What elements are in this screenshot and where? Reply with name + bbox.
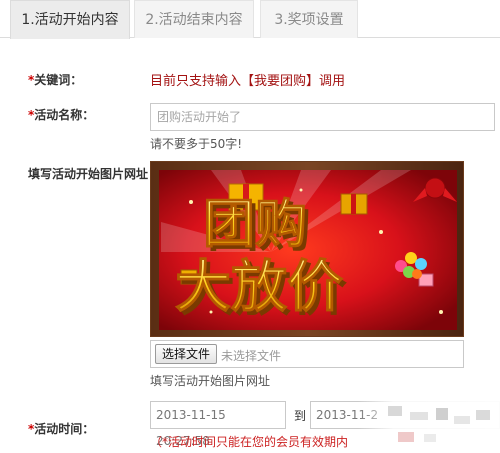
tab-prize-settings[interactable]: 3.奖项设置 <box>260 0 358 38</box>
tab-bar: 1.活动开始内容 2.活动结束内容 3.奖项设置 <box>0 0 500 39</box>
to-label: 到 <box>294 409 307 423</box>
activity-name-label-text: 活动名称： <box>34 108 95 122</box>
keyword-label: *关键词： <box>28 71 82 88</box>
activity-name-input[interactable] <box>150 103 495 131</box>
banner-line2: 大放价 <box>175 255 343 320</box>
file-picker[interactable]: 选择文件 未选择文件 <box>150 340 464 368</box>
banner-line1: 团购 <box>203 195 307 255</box>
tab-end-content[interactable]: 2.活动结束内容 <box>134 0 254 38</box>
file-status: 未选择文件 <box>221 349 282 363</box>
tab-start-content[interactable]: 1.活动开始内容 <box>10 0 130 39</box>
promo-banner-image: 团购 团购 大放价 大放价 <box>150 161 464 337</box>
activity-time-label: *活动时间： <box>28 420 94 437</box>
keyword-value: 目前只支持输入【我要团购】调用 <box>150 74 346 89</box>
choose-file-button[interactable]: 选择文件 <box>155 344 218 364</box>
start-time-input[interactable]: 2013-11-15 20:27:58 <box>150 401 286 448</box>
obscured-area <box>358 398 500 453</box>
keyword-label-text: 关键词： <box>34 73 83 87</box>
activity-name-hint: 请不要多于50字! <box>150 137 243 151</box>
activity-name-label: *活动名称： <box>28 106 94 123</box>
image-url-label: 填写活动开始图片网址 <box>28 167 149 181</box>
image-url-hint: 填写活动开始图片网址 <box>150 374 271 388</box>
activity-time-label-text: 活动时间： <box>34 422 95 436</box>
activity-time-note: （*活动时间只能在您的会员有效期内 <box>150 435 349 449</box>
